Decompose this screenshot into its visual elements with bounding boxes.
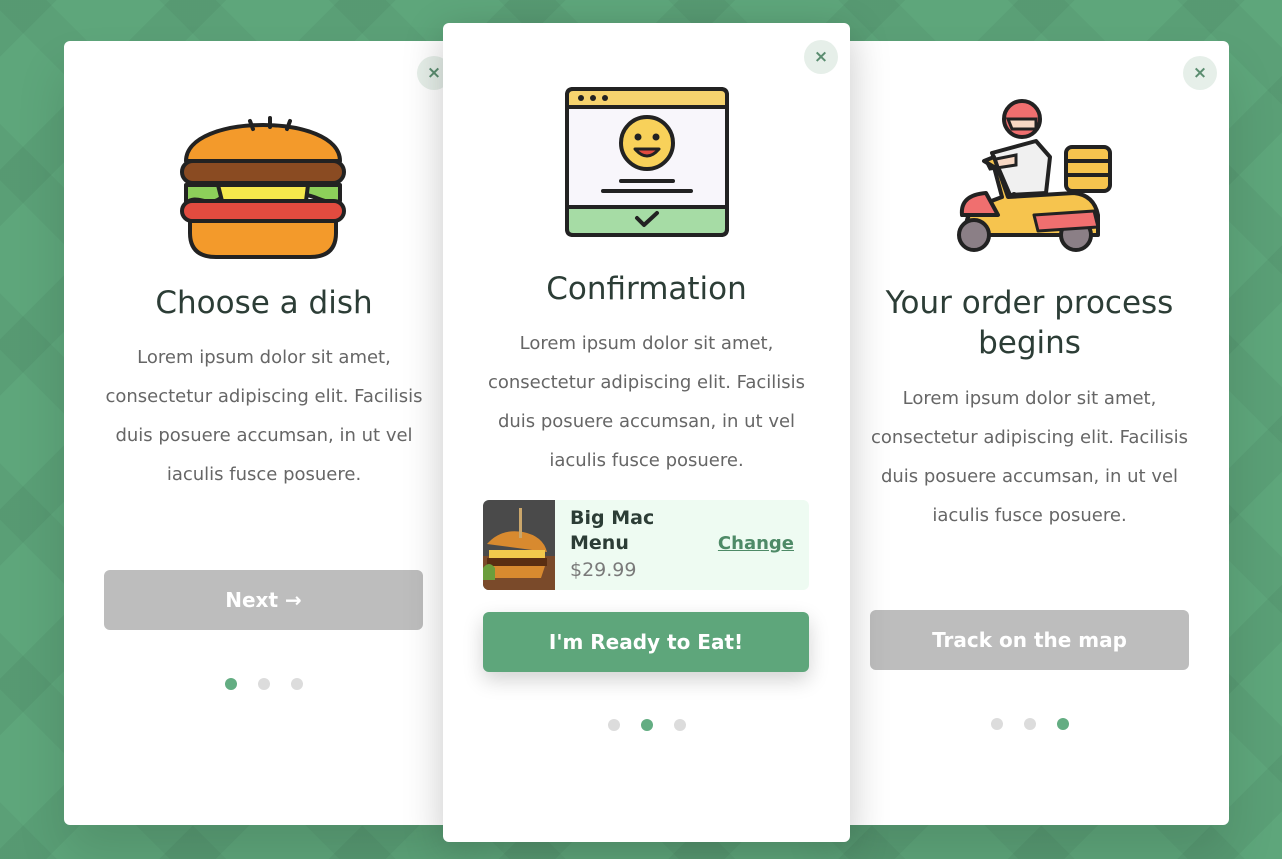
close-icon: × — [426, 62, 442, 83]
pagination-dot-3[interactable] — [1056, 718, 1069, 730]
close-icon: × — [813, 46, 829, 67]
pagination-dot-2[interactable] — [640, 719, 653, 731]
pagination-dot-1[interactable] — [990, 718, 1003, 730]
pagination-dot-2[interactable] — [258, 678, 270, 690]
card-title: Your order process begins — [885, 285, 1174, 361]
pagination-dot-1[interactable] — [607, 719, 620, 731]
card-title: Choose a dish — [155, 285, 373, 321]
onboarding-card-choose-dish: × Choose a dish Lorem ipsum dolor sit am… — [64, 41, 464, 825]
delivery-scooter-icon — [957, 99, 1112, 252]
pagination-dot-1[interactable] — [225, 678, 237, 690]
browser-smiley-icon — [565, 87, 729, 237]
burger-icon — [180, 116, 346, 259]
close-button[interactable]: × — [804, 40, 838, 74]
change-order-link[interactable]: Change — [718, 533, 794, 554]
pagination-dots — [443, 719, 850, 731]
card-description: Lorem ipsum dolor sit amet, consectetur … — [105, 347, 423, 485]
ready-to-eat-button[interactable]: I'm Ready to Eat! — [483, 612, 809, 672]
pagination-dots — [64, 678, 464, 690]
card-description: Lorem ipsum dolor sit amet, consectetur … — [870, 388, 1189, 526]
onboarding-card-order-process: × Your order process begins Lorem ipsum … — [830, 41, 1229, 825]
next-button[interactable]: Next → — [104, 570, 423, 630]
pagination-dot-3[interactable] — [673, 719, 686, 731]
order-summary: Big Mac Menu $29.99 Change — [483, 500, 809, 590]
pagination-dot-3[interactable] — [291, 678, 303, 690]
pagination-dot-2[interactable] — [1023, 718, 1036, 730]
track-on-map-button[interactable]: Track on the map — [870, 610, 1189, 670]
pagination-dots — [830, 718, 1229, 730]
order-item-name: Big Mac Menu — [570, 507, 655, 554]
close-icon: × — [1192, 62, 1208, 83]
burger-photo — [483, 500, 555, 590]
onboarding-card-confirmation: × Confirmation Lorem ipsum dolor sit ame… — [443, 23, 850, 842]
close-button[interactable]: × — [1183, 56, 1217, 90]
order-item-price: $29.99 — [570, 559, 637, 581]
card-title: Confirmation — [546, 271, 747, 307]
card-description: Lorem ipsum dolor sit amet, consectetur … — [487, 333, 806, 471]
